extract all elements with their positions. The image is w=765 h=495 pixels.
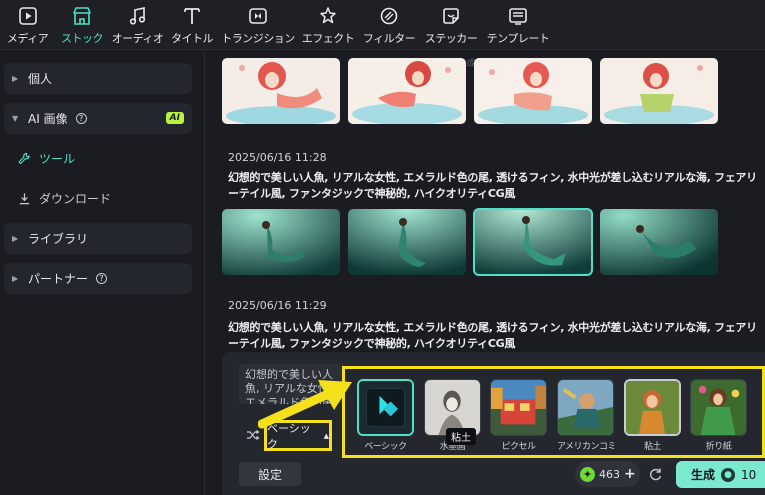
sidebar-item-label: AI 画像 [28, 112, 68, 126]
refresh-icon[interactable] [647, 466, 663, 482]
generate-label: 生成 [691, 468, 716, 482]
store-icon [73, 6, 91, 25]
generation-date: 2025/06/16 11:28 [228, 151, 327, 164]
style-option-label: アメリカンコミック [557, 442, 614, 452]
annotation-arrow-icon [258, 380, 352, 429]
top-toolbar: メディア ストック オーディオ タイトル トランジション エフェクト フィルター… [0, 0, 765, 50]
style-option-basic[interactable]: ベーシック [357, 379, 414, 453]
result-thumbnail-selected[interactable] [473, 208, 593, 276]
generate-cost: 10 [741, 467, 757, 482]
transition-icon [249, 7, 267, 24]
effects-icon [320, 6, 336, 23]
chevron-right-icon: ▶ [12, 274, 19, 283]
tab-media-label: メディア [6, 31, 49, 45]
text-icon [184, 7, 200, 24]
result-thumbnail[interactable] [348, 58, 466, 124]
result-thumbnail[interactable] [222, 58, 340, 124]
sidebar-item-label: ツール [39, 151, 76, 166]
style-option-label: 折り紙 [705, 442, 732, 452]
wrench-icon [18, 152, 30, 164]
result-thumbnail[interactable] [348, 209, 466, 275]
tab-transitions-label: トランジション [221, 31, 295, 45]
result-thumbnail[interactable] [600, 209, 718, 275]
style-option-clay[interactable]: 粘土 [624, 379, 681, 453]
generation-date: 2025/06/16 11:29 [228, 299, 327, 312]
generate-button[interactable]: 生成 ● 10 [676, 461, 765, 488]
style-option-label: ベーシック [364, 442, 407, 452]
result-thumbnail[interactable] [474, 58, 592, 124]
credits-value: 463 [599, 467, 620, 481]
tab-media[interactable]: メディア [0, 0, 55, 50]
chevron-right-icon: ▶ [12, 74, 19, 83]
sidebar-item-tools[interactable]: ツール [18, 146, 75, 170]
sidebar-item-label: ライブラリ [28, 232, 89, 246]
tab-effects-label: エフェクト [301, 31, 355, 45]
sidebar-item-label: ダウンロード [39, 191, 112, 206]
filter-icon [380, 7, 398, 24]
help-icon[interactable]: ? [96, 273, 108, 284]
tab-transitions[interactable]: トランジション [218, 0, 298, 50]
tab-templates[interactable]: テンプレート [482, 0, 554, 50]
template-icon [509, 7, 527, 25]
sticker-icon [443, 7, 459, 24]
chevron-right-icon: ▶ [12, 234, 19, 243]
tab-filters-label: フィルター [362, 31, 416, 45]
tab-stock-label: ストック [61, 31, 104, 45]
tab-stickers-label: ステッカー [424, 31, 478, 45]
chevron-down-icon: ▼ [12, 114, 19, 123]
tab-audio-label: オーディオ [111, 31, 164, 45]
tab-titles-label: タイトル [171, 31, 214, 45]
result-thumbnail[interactable] [600, 58, 718, 124]
credits-counter[interactable]: ✦ 463 + [575, 461, 640, 487]
style-options: ベーシック 水墨画 ピクセル アメリカンコミック 粘土 折り紙 [342, 366, 765, 458]
tab-effects[interactable]: エフェクト [298, 0, 358, 50]
credit-coin-icon: ● [721, 467, 736, 482]
style-option-american-comic[interactable]: アメリカンコミック [557, 379, 614, 453]
sidebar-item-label: パートナー [28, 272, 89, 286]
ai-badge: AI [165, 112, 184, 124]
sidebar-item-download[interactable]: ダウンロード [18, 186, 111, 210]
sidebar-item-label: 個人 [28, 72, 53, 86]
credit-coin-icon: ✦ [580, 466, 595, 482]
style-option-pixel[interactable]: ピクセル [490, 379, 547, 453]
sidebar-item-personal[interactable]: ▶ 個人 [4, 63, 192, 94]
help-icon[interactable]: ? [75, 113, 87, 124]
sidebar: ▶ 個人 ▼ AI 画像 ? AI ツール ダウンロード ▶ ライブラリ ▶ パ… [0, 51, 205, 495]
style-option-label: ピクセル [501, 442, 536, 452]
add-credits-icon[interactable]: + [624, 466, 636, 482]
download-icon [19, 192, 30, 204]
tab-stickers[interactable]: ステッカー [420, 0, 482, 50]
sidebar-item-library[interactable]: ▶ ライブラリ [4, 223, 192, 254]
result-thumbnail[interactable] [222, 209, 340, 275]
style-option-label: 粘土 [643, 442, 662, 452]
tab-audio[interactable]: オーディオ [109, 0, 166, 50]
music-note-icon [129, 6, 145, 25]
settings-button[interactable]: 設定 [239, 462, 301, 486]
tab-templates-label: テンプレート [486, 31, 550, 45]
tab-stock[interactable]: ストック [55, 0, 109, 50]
style-option-origami[interactable]: 折り紙 [690, 379, 747, 453]
style-tooltip: 粘土 [446, 428, 476, 445]
sidebar-item-partner[interactable]: ▶ パートナー ? [4, 263, 192, 294]
media-icon [18, 6, 37, 25]
tab-titles[interactable]: タイトル [166, 0, 218, 50]
sidebar-item-ai-image[interactable]: ▼ AI 画像 ? AI [4, 103, 192, 134]
chevron-up-icon: ▲ [323, 431, 329, 440]
tab-filters[interactable]: フィルター [358, 0, 420, 50]
generation-prompt: 幻想的で美しい人魚, リアルな女性, エメラルド色の尾, 透けるフィン, 水中光… [228, 321, 757, 350]
generation-prompt: 幻想的で美しい人魚, リアルな女性, エメラルド色の尾, 透けるフィン, 水中光… [228, 171, 757, 200]
